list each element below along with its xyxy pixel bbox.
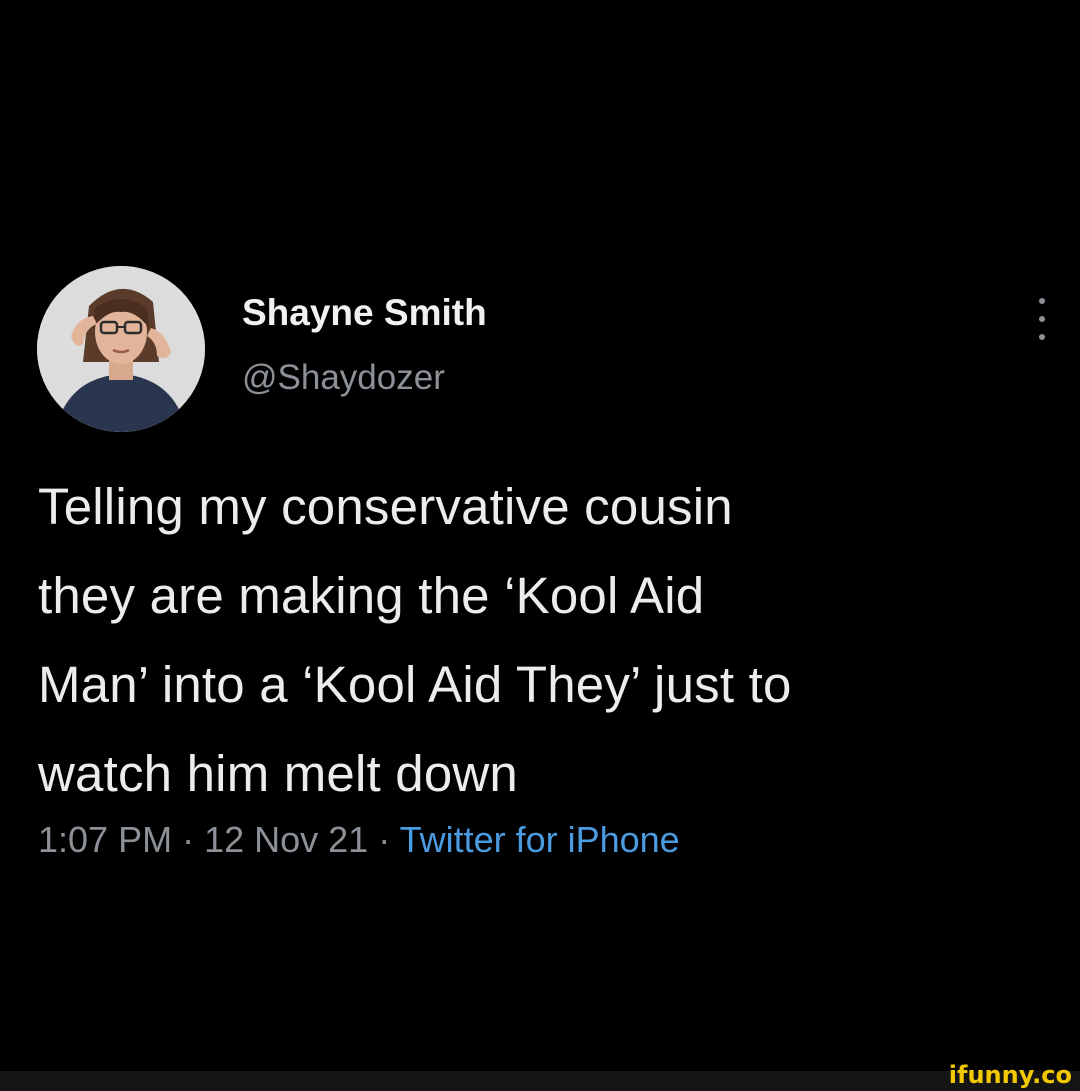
tweet-meta: 1:07 PM · 12 Nov 21 · Twitter for iPhone <box>38 819 680 861</box>
ifunny-watermark: ifunny.co <box>948 1061 1072 1089</box>
author-display-name[interactable]: Shayne Smith <box>242 292 487 334</box>
ellipsis-dot <box>1039 298 1045 304</box>
meta-separator: · <box>378 819 400 860</box>
tweet-source-link[interactable]: Twitter for iPhone <box>400 819 680 860</box>
meta-separator: · <box>182 819 205 860</box>
more-options-icon[interactable] <box>1030 298 1054 340</box>
watermark-bar <box>0 1071 1080 1091</box>
user-photo-avatar-icon <box>37 266 205 432</box>
tweet-text: Telling my conservative cousin they are … <box>38 462 1068 818</box>
tweet-time[interactable]: 1:07 PM <box>38 819 172 860</box>
ellipsis-dot <box>1039 334 1045 340</box>
tweet-text-line: watch him melt down <box>38 745 518 802</box>
tweet-date[interactable]: 12 Nov 21 <box>204 819 368 860</box>
avatar[interactable] <box>37 266 205 432</box>
author-handle[interactable]: @Shaydozer <box>242 358 445 398</box>
tweet-text-line: Man’ into a ‘Kool Aid They’ just to <box>38 656 792 713</box>
tweet-card: Shayne Smith @Shaydozer Telling my conse… <box>0 0 1080 1091</box>
tweet-text-line: Telling my conservative cousin <box>38 478 733 535</box>
ellipsis-dot <box>1039 316 1045 322</box>
tweet-text-line: they are making the ‘Kool Aid <box>38 567 705 624</box>
